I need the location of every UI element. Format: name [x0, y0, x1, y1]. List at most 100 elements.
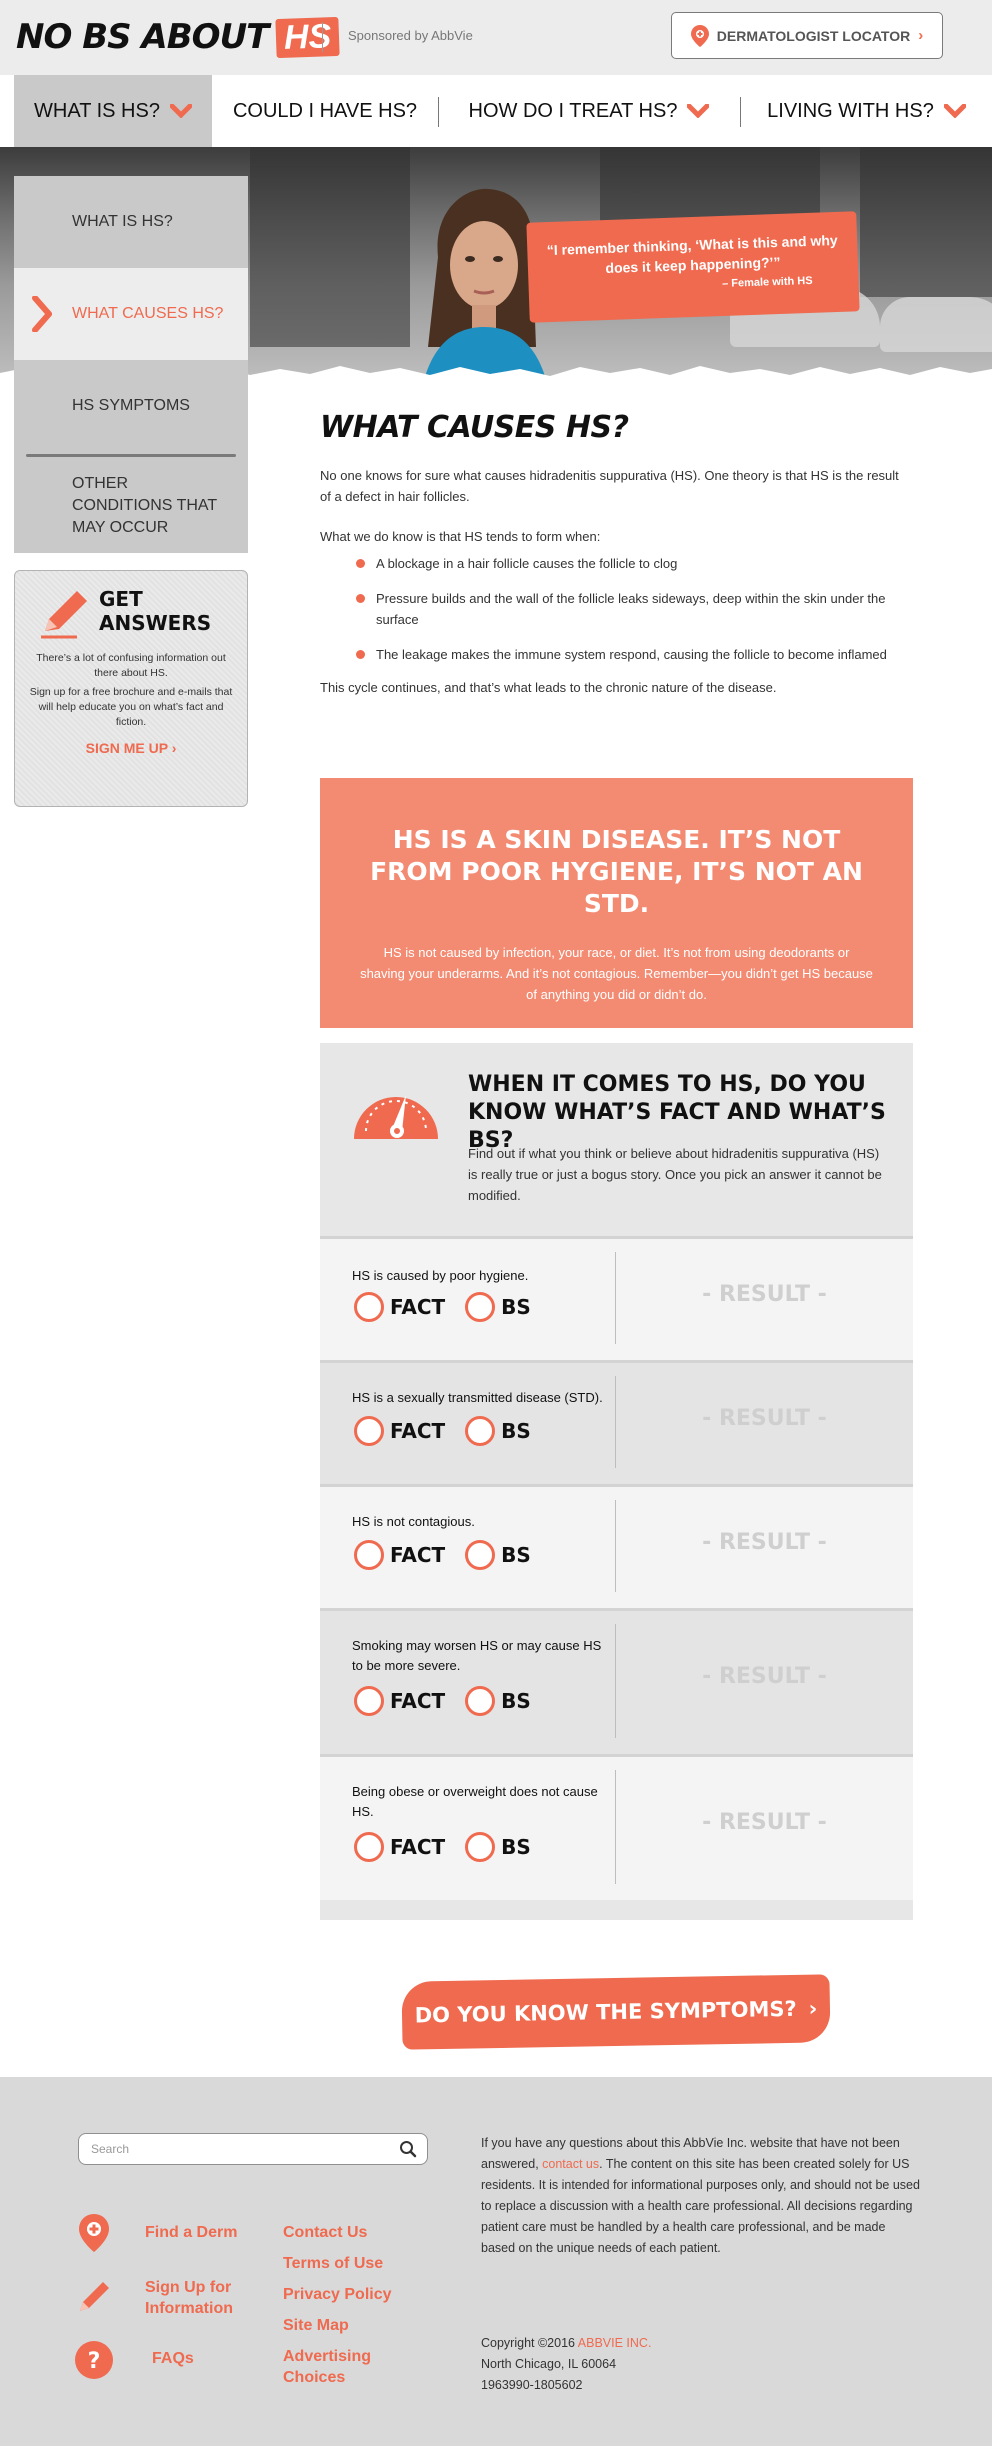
get-answers-text: Sign up for a free brochure and e-mails … [29, 686, 233, 728]
site-logo[interactable]: NO BS ABOUT HS [16, 14, 341, 60]
fact-label: FACT [390, 1543, 446, 1567]
search-input[interactable] [78, 2133, 428, 2165]
nav-item-what-is-hs[interactable]: WHAT IS HS? [14, 75, 212, 147]
svg-text:?: ? [88, 2349, 101, 2374]
disclaimer-text: . The content on this site has been crea… [481, 2157, 920, 2255]
sidebar-nav: WHAT IS HS? WHAT CAUSES HS? HS SYMPTOMS … [14, 176, 248, 553]
bs-label: BS [501, 1419, 531, 1443]
answer-options: FACT BS [354, 1292, 531, 1322]
terms-of-use-link[interactable]: Terms of Use [283, 2253, 383, 2274]
nav-item-could-i-have-hs[interactable]: COULD I HAVE HS? [212, 75, 438, 147]
gauge-icon [354, 1095, 438, 1139]
advertising-choices-link[interactable]: Advertising Choices [283, 2346, 393, 2388]
sidebar-item-hs-symptoms[interactable]: HS SYMPTOMS [14, 360, 248, 452]
page-title: WHAT CAUSES HS? [320, 410, 629, 445]
question-text: Smoking may worsen HS or may cause HS to… [352, 1638, 602, 1673]
fact-option[interactable]: FACT [354, 1292, 445, 1322]
contact-us-inline-link[interactable]: contact us [542, 2157, 599, 2171]
privacy-policy-link[interactable]: Privacy Policy [283, 2284, 392, 2305]
faqs-link[interactable]: FAQs [152, 2348, 194, 2369]
main-content: WHAT CAUSES HS? No one knows for sure wh… [320, 410, 913, 698]
bs-label: BS [501, 1295, 531, 1319]
get-answers-text: There’s a lot of confusing information o… [36, 652, 226, 679]
chevron-down-icon [943, 104, 966, 118]
sign-up-link[interactable]: Sign Up for Information [145, 2277, 265, 2319]
fact-radio[interactable] [354, 1686, 384, 1716]
fact-radio[interactable] [354, 1832, 384, 1862]
know-the-symptoms-button[interactable]: DO YOU KNOW THE SYMPTOMS? › [401, 1974, 831, 2050]
chevron-right-icon: › [918, 27, 924, 44]
sign-me-up-link[interactable]: SIGN ME UP › [27, 740, 235, 756]
quiz-question: Smoking may worsen HS or may cause HS to… [320, 1608, 913, 1754]
site-map-link[interactable]: Site Map [283, 2315, 349, 2336]
sidebar-item-what-causes-hs[interactable]: WHAT CAUSES HS? [14, 268, 248, 360]
fact-radio[interactable] [354, 1416, 384, 1446]
find-a-derm-link[interactable]: Find a Derm [145, 2222, 237, 2243]
copyright-line: Copyright ©2016 ABBVIE INC. [481, 2333, 651, 2354]
quiz-question: Being obese or overweight does not cause… [320, 1754, 913, 1900]
bs-option[interactable]: BS [465, 1686, 531, 1716]
get-answers-card: GET ANSWERS There’s a lot of confusing i… [14, 570, 248, 807]
fact-option[interactable]: FACT [354, 1416, 445, 1446]
hero-car [880, 297, 992, 352]
result-placeholder: - RESULT - [702, 1530, 827, 1555]
bs-option[interactable]: BS [465, 1416, 531, 1446]
bs-label: BS [501, 1689, 531, 1713]
map-pin-icon[interactable] [74, 2212, 114, 2252]
chevron-right-icon [32, 296, 52, 332]
sidebar-item-label: HS SYMPTOMS [72, 397, 190, 414]
question-divider [320, 1608, 913, 1611]
logo-text: NO BS ABOUT [16, 17, 269, 57]
quiz-question: HS is not contagious. FACT BS - RESULT - [320, 1484, 913, 1608]
nav-label: LIVING WITH HS? [767, 99, 934, 122]
nav-item-how-do-i-treat-hs[interactable]: HOW DO I TREAT HS? [439, 75, 739, 147]
sidebar-item-other-conditions[interactable]: OTHER CONDITIONS THAT MAY OCCUR [14, 458, 248, 553]
conclusion-paragraph: This cycle continues, and that’s what le… [320, 680, 777, 695]
sidebar-item-what-is-hs[interactable]: WHAT IS HS? [14, 176, 248, 268]
fact-option[interactable]: FACT [354, 1540, 445, 1570]
search-icon[interactable] [399, 2140, 417, 2158]
bs-radio[interactable] [465, 1292, 496, 1322]
question-text: HS is not contagious. [352, 1514, 475, 1529]
bs-option[interactable]: BS [465, 1292, 531, 1322]
fact-label: FACT [390, 1835, 446, 1859]
list-item: The leakage makes the immune system resp… [356, 644, 913, 665]
lead-paragraph: What we do know is that HS tends to form… [320, 529, 601, 544]
quiz-question: HS is a sexually transmitted disease (ST… [320, 1360, 913, 1484]
question-icon[interactable]: ? [74, 2340, 114, 2380]
page: NO BS ABOUT HS Sponsored by AbbVie DERMA… [0, 0, 992, 2446]
pencil-icon[interactable] [74, 2277, 114, 2317]
fact-or-bs-quiz: WHEN IT COMES TO HS, DO YOU KNOW WHAT’S … [320, 1043, 913, 1920]
bs-option[interactable]: BS [465, 1540, 531, 1570]
fact-radio[interactable] [354, 1540, 384, 1570]
bs-radio[interactable] [465, 1416, 496, 1446]
abbvie-link[interactable]: ABBVIE INC. [578, 2336, 652, 2350]
fact-option[interactable]: FACT [354, 1686, 445, 1716]
chevron-down-icon [169, 104, 192, 118]
fact-option[interactable]: FACT [354, 1832, 445, 1862]
bs-option[interactable]: BS [465, 1832, 531, 1862]
get-answers-title: GET ANSWERS [99, 587, 212, 635]
nav-label: COULD I HAVE HS? [232, 99, 418, 122]
bs-radio[interactable] [465, 1686, 496, 1716]
locator-label: DERMATOLOGIST LOCATOR [716, 27, 911, 44]
main-nav: WHAT IS HS? COULD I HAVE HS? HOW DO I TR… [0, 75, 992, 147]
chevron-right-icon: › [808, 1996, 818, 2021]
answer-options: FACT BS [354, 1832, 531, 1862]
fact-radio[interactable] [354, 1292, 384, 1322]
dermatologist-locator-button[interactable]: DERMATOLOGIST LOCATOR › [671, 12, 943, 59]
bs-radio[interactable] [465, 1540, 496, 1570]
hero-building [250, 147, 410, 347]
question-divider [320, 1754, 913, 1757]
sponsor-text: Sponsored by AbbVie [348, 28, 473, 43]
hero-quote: “I remember thinking, ‘What is this and … [526, 211, 860, 323]
bs-radio[interactable] [465, 1832, 496, 1862]
nav-item-living-with-hs[interactable]: LIVING WITH HS? [741, 75, 992, 147]
sidebar-item-label: WHAT CAUSES HS? [72, 305, 224, 322]
question-divider [320, 1484, 913, 1487]
header-divider [322, 22, 323, 52]
quiz-header: WHEN IT COMES TO HS, DO YOU KNOW WHAT’S … [320, 1043, 913, 1236]
logo-hs-badge: HS [275, 16, 341, 58]
contact-us-link[interactable]: Contact Us [283, 2222, 367, 2243]
sidebar-item-label: OTHER CONDITIONS THAT MAY OCCUR [72, 474, 217, 536]
